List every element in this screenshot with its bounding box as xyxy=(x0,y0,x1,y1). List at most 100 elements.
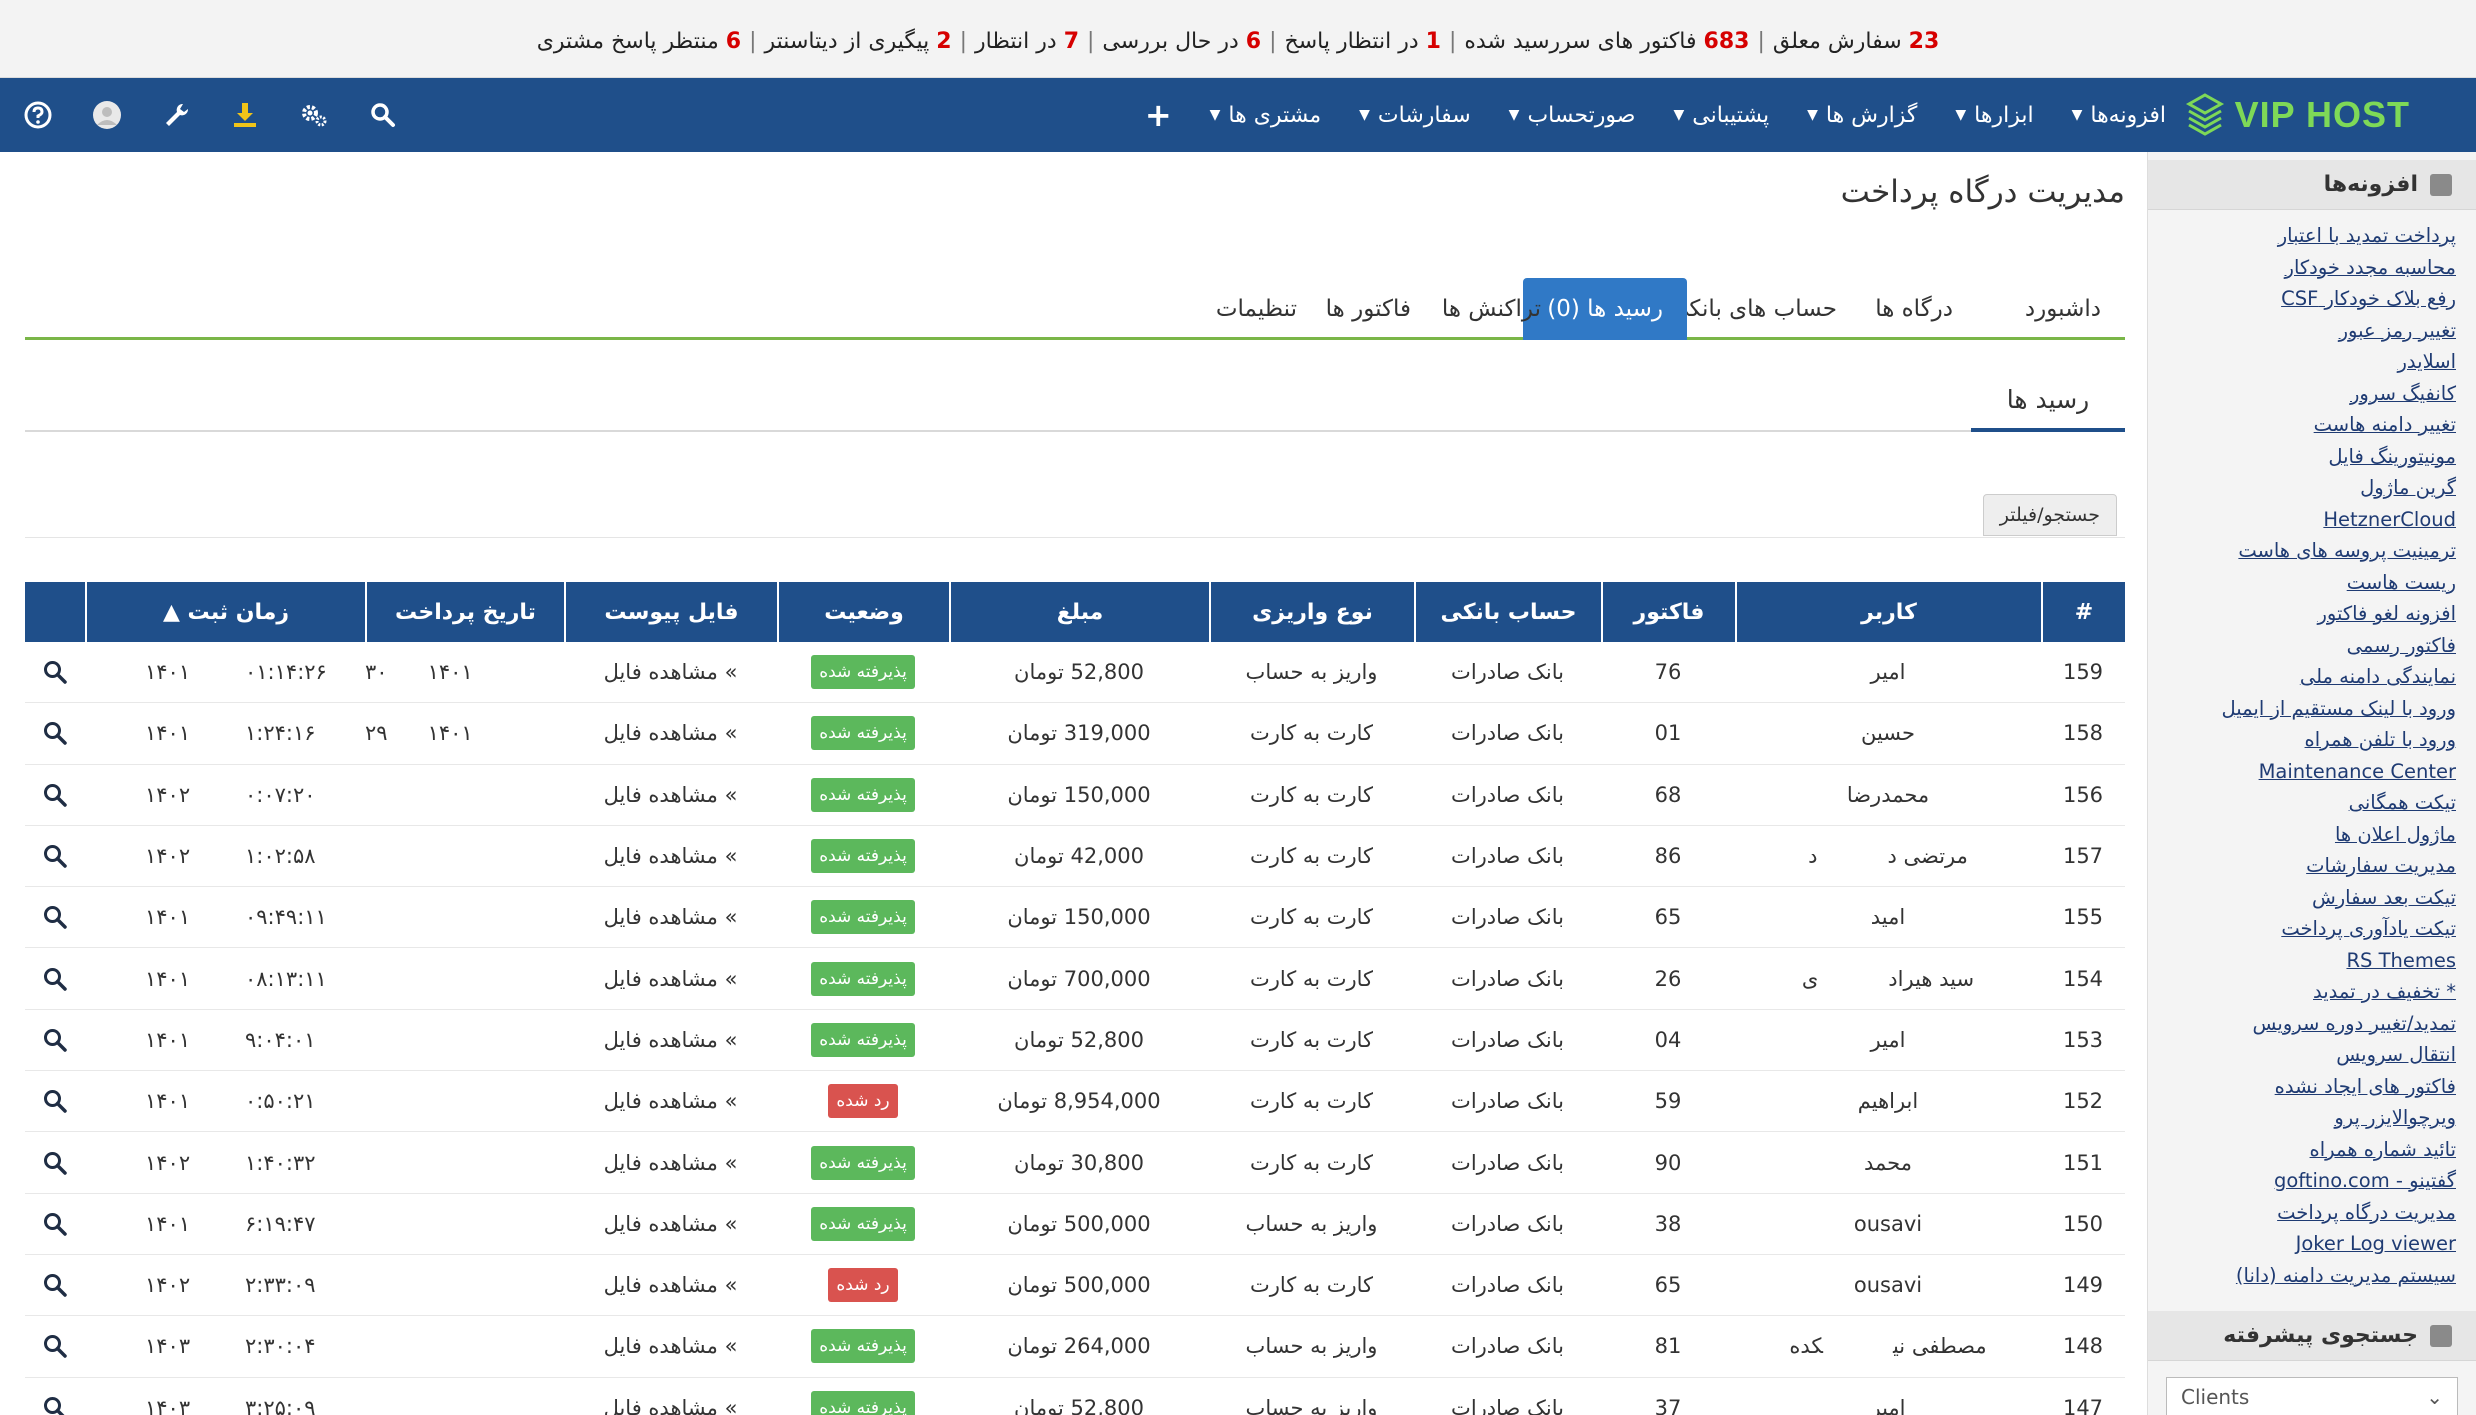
sidebar-addon-link[interactable]: RS Themes xyxy=(2158,945,2456,977)
search-filter-button[interactable]: جستجو/فیلتر xyxy=(1982,494,2117,536)
sidebar-addon-link[interactable]: HetznerCloud xyxy=(2158,504,2456,536)
tab-item[interactable]: داشبورد xyxy=(2001,278,2125,340)
view-details-search-icon[interactable] xyxy=(42,1395,68,1415)
sidebar-addon-link[interactable]: تغییر رمز عبور xyxy=(2158,315,2456,347)
sidebar-addon-link[interactable]: گفتینو - goftino.com xyxy=(2158,1165,2456,1197)
sidebar-addon-link[interactable]: * تخفیف در تمدید xyxy=(2158,976,2456,1008)
cell-user-text[interactable]: حسین xyxy=(1861,721,1915,745)
view-file-link[interactable]: » مشاهده فایل xyxy=(604,660,738,684)
cell-user-text[interactable]: امیر xyxy=(1870,1028,1905,1052)
sidebar-addon-link[interactable]: تمدید/تغییر دوره سرویس xyxy=(2158,1008,2456,1040)
view-details-search-icon[interactable] xyxy=(42,659,68,685)
nav-menu-item[interactable]: ابزارها ▼ xyxy=(1955,103,2033,128)
view-file-link[interactable]: » مشاهده فایل xyxy=(604,1089,738,1113)
sidebar-addon-link[interactable]: ماژول اعلان ها xyxy=(2158,819,2456,851)
cell-invoice-text[interactable]: 90 xyxy=(1655,1151,1682,1175)
user-avatar-icon[interactable] xyxy=(89,97,125,133)
cell-user-text[interactable]: محمد xyxy=(1864,1151,1912,1175)
cell-user-text[interactable]: مصطفی نی xyxy=(1893,1334,1987,1358)
sidebar-addon-link[interactable]: ریست هاست xyxy=(2158,567,2456,599)
nav-menu-item[interactable]: افزونه‌ها ▼ xyxy=(2072,103,2166,128)
view-file-link[interactable]: » مشاهده فایل xyxy=(604,1334,738,1358)
cell-invoice-text[interactable]: 76 xyxy=(1655,660,1682,684)
notification-item[interactable]: 6 در حال بررسی xyxy=(1102,29,1261,54)
add-new-button[interactable]: + xyxy=(1145,96,1172,134)
sidebar-addon-link[interactable]: تغییر دامنه هاست xyxy=(2158,409,2456,441)
cell-invoice-text[interactable]: 01 xyxy=(1655,721,1682,745)
sidebar-addon-link[interactable]: فاکتور رسمی xyxy=(2158,630,2456,662)
sidebar-addon-link[interactable]: اسلایدر xyxy=(2158,346,2456,378)
view-details-search-icon[interactable] xyxy=(42,720,68,746)
search-icon[interactable] xyxy=(365,97,401,133)
column-header[interactable]: زمان ثبت ▲ xyxy=(85,582,365,642)
view-details-search-icon[interactable] xyxy=(42,1027,68,1053)
brand-logo[interactable]: VIP HOST xyxy=(2185,88,2410,142)
view-details-search-icon[interactable] xyxy=(42,966,68,992)
view-file-link[interactable]: » مشاهده فایل xyxy=(604,1396,738,1415)
view-details-search-icon[interactable] xyxy=(42,1211,68,1237)
sidebar-addon-link[interactable]: ترمینیت پروسه های هاست xyxy=(2158,535,2456,567)
sidebar-addon-link[interactable]: تیکت یادآوری پرداخت xyxy=(2158,913,2456,945)
sidebar-addon-link[interactable]: تیکت همگانی xyxy=(2158,787,2456,819)
cell-user-text[interactable]: ousavi xyxy=(1854,1273,1922,1297)
view-file-link[interactable]: » مشاهده فایل xyxy=(604,721,738,745)
nav-menu-item[interactable]: سفارشات ▼ xyxy=(1359,103,1471,128)
subtab-receipts[interactable]: رسید ها xyxy=(1971,372,2125,432)
tab-item[interactable]: تنظیمات xyxy=(1192,278,1321,340)
view-file-link[interactable]: » مشاهده فایل xyxy=(604,1028,738,1052)
cell-invoice-text[interactable]: 81 xyxy=(1655,1334,1682,1358)
sidebar-addon-link[interactable]: تیکت بعد سفارش xyxy=(2158,882,2456,914)
sidebar-addon-link[interactable]: محاسبه مجدد خودکار xyxy=(2158,252,2456,284)
cell-invoice-text[interactable]: 68 xyxy=(1655,783,1682,807)
cell-invoice-text[interactable]: 86 xyxy=(1655,844,1682,868)
sidebar-addon-link[interactable]: فاکتور های ایجاد نشده xyxy=(2158,1071,2456,1103)
view-file-link[interactable]: » مشاهده فایل xyxy=(604,1212,738,1236)
tab-item[interactable]: فاکتور ها xyxy=(1302,278,1435,340)
view-file-link[interactable]: » مشاهده فایل xyxy=(604,905,738,929)
sidebar-addon-link[interactable]: افزونه لغو فاکتور xyxy=(2158,598,2456,630)
download-icon[interactable] xyxy=(227,97,263,133)
cell-invoice-text[interactable]: 37 xyxy=(1655,1396,1682,1415)
sidebar-addon-link[interactable]: نمایندگی دامنه ملی xyxy=(2158,661,2456,693)
sidebar-addon-link[interactable]: رفع بلاک خودکار CSF xyxy=(2158,283,2456,315)
nav-menu-item[interactable]: گزارش ها ▼ xyxy=(1807,103,1917,128)
cell-user-text[interactable]: امیر xyxy=(1870,1396,1905,1415)
cell-invoice-text[interactable]: 59 xyxy=(1655,1089,1682,1113)
cell-invoice-text[interactable]: 65 xyxy=(1655,1273,1682,1297)
view-file-link[interactable]: » مشاهده فایل xyxy=(604,967,738,991)
notification-item[interactable]: 6 منتظر پاسخ مشتری xyxy=(537,29,741,54)
cell-user-text[interactable]: ousavi xyxy=(1854,1212,1922,1236)
sidebar-addon-link[interactable]: ویرچوالایزر پرو xyxy=(2158,1102,2456,1134)
sidebar-addon-link[interactable]: مدیریت درگاه پرداخت xyxy=(2158,1197,2456,1229)
view-details-search-icon[interactable] xyxy=(42,782,68,808)
view-file-link[interactable]: » مشاهده فایل xyxy=(604,844,738,868)
cell-invoice-text[interactable]: 26 xyxy=(1655,967,1682,991)
sidebar-addon-link[interactable]: گرین ماژول xyxy=(2158,472,2456,504)
tab-item[interactable]: تراکنش ها xyxy=(1418,278,1565,340)
cell-invoice-text[interactable]: 38 xyxy=(1655,1212,1682,1236)
sidebar-addon-link[interactable]: مونیتورینگ فایل xyxy=(2158,441,2456,473)
notification-item[interactable]: 7 در انتظار xyxy=(975,29,1079,54)
notification-item[interactable]: 683 فاکتور های سررسید شده xyxy=(1464,29,1749,54)
sidebar-addon-link[interactable]: Maintenance Center xyxy=(2158,756,2456,788)
view-file-link[interactable]: » مشاهده فایل xyxy=(604,1273,738,1297)
cell-user-text[interactable]: ابراهیم xyxy=(1858,1089,1919,1113)
cell-user-text[interactable]: مرتضی د xyxy=(1887,844,1967,868)
sidebar-addon-link[interactable]: ورود با تلفن همراه xyxy=(2158,724,2456,756)
view-details-search-icon[interactable] xyxy=(42,1150,68,1176)
cell-user-text[interactable]: امیر xyxy=(1870,660,1905,684)
sidebar-addon-link[interactable]: مدیریت سفارشات xyxy=(2158,850,2456,882)
sidebar-addon-link[interactable]: انتقال سرویس xyxy=(2158,1039,2456,1071)
view-details-search-icon[interactable] xyxy=(42,1333,68,1359)
help-icon[interactable] xyxy=(20,97,56,133)
sidebar-addon-link[interactable]: کانفیگ سرور xyxy=(2158,378,2456,410)
nav-menu-item[interactable]: صورتحساب ▼ xyxy=(1509,103,1636,128)
view-details-search-icon[interactable] xyxy=(42,1272,68,1298)
notification-item[interactable]: 23 سفارش معلق xyxy=(1773,29,1939,54)
view-file-link[interactable]: » مشاهده فایل xyxy=(604,1151,738,1175)
sidebar-addon-link[interactable]: سیستم مدیریت دامنه (دانا) xyxy=(2158,1260,2456,1292)
nav-menu-item[interactable]: مشتری ها ▼ xyxy=(1210,103,1322,128)
sidebar-addon-link[interactable]: پرداخت تمدید با اعتبار xyxy=(2158,220,2456,252)
search-type-select[interactable]: Clients ⌄ xyxy=(2166,1377,2458,1415)
view-details-search-icon[interactable] xyxy=(42,904,68,930)
